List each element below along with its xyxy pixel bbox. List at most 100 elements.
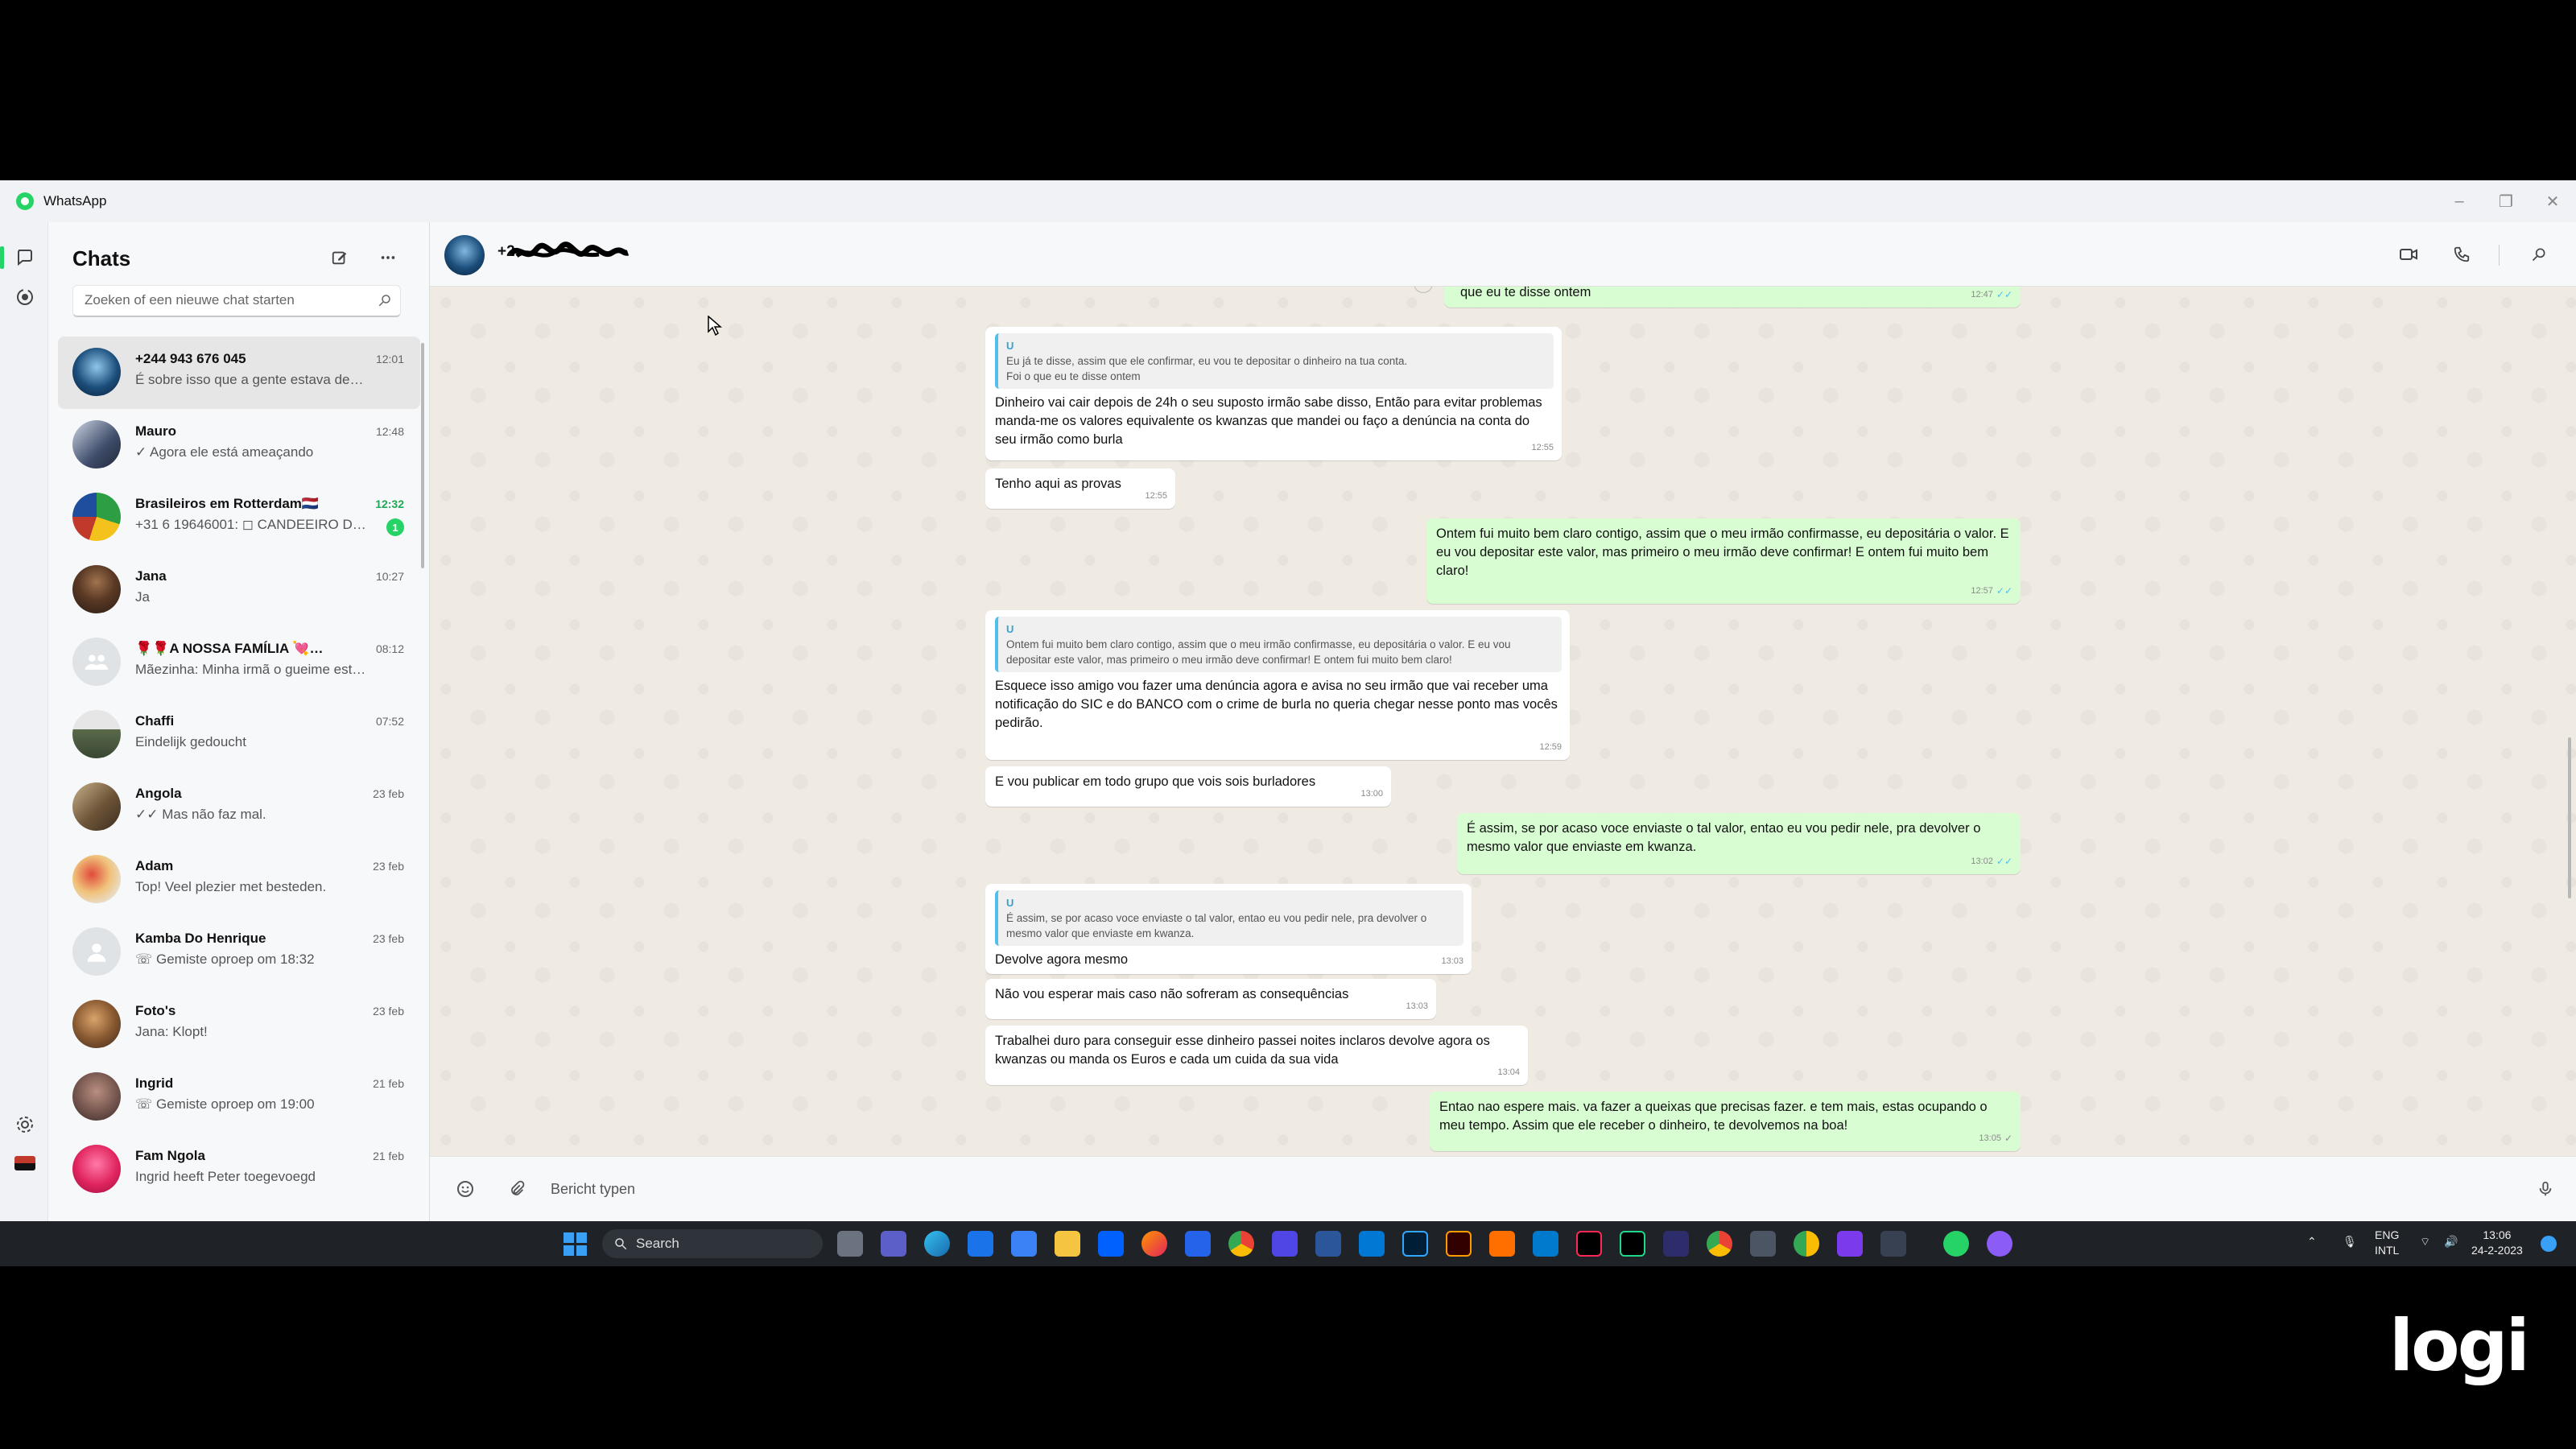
status-nav-icon[interactable]: [14, 287, 35, 308]
minimize-button[interactable]: –: [2436, 180, 2483, 222]
voice-call-icon[interactable]: [2447, 240, 2476, 269]
avatar: [72, 1000, 121, 1048]
quoted-message[interactable]: U Eu já te disse, assim que ele confirma…: [995, 333, 1554, 389]
message-bubble-outgoing[interactable]: Entao nao espere mais. va fazer a queixa…: [1430, 1092, 2021, 1151]
chat-name: Foto's: [135, 1003, 176, 1018]
message-bubble-incoming[interactable]: U É assim, se por acaso voce enviaste o …: [985, 884, 1472, 974]
calculator-icon[interactable]: [1750, 1231, 1776, 1257]
message-bubble-incoming[interactable]: Tenho aqui as provas 12:55: [985, 469, 1175, 509]
app-icon[interactable]: [1837, 1231, 1863, 1257]
chat-item[interactable]: 🌹🌹A NOSSA FAMÍLIA 💘💓😘 Mãezinha: Minha ir…: [58, 626, 420, 699]
file-explorer-icon[interactable]: [1055, 1231, 1080, 1257]
chat-item[interactable]: Fam Ngola Ingrid heeft Peter toegevoegd …: [58, 1133, 420, 1206]
chat-item[interactable]: Adam Top! Veel plezier met besteden. 23 …: [58, 844, 420, 916]
message-bubble-outgoing[interactable]: Ontem fui muito bem claro contigo, assim…: [1426, 518, 2021, 604]
video-call-icon[interactable]: [2394, 240, 2423, 269]
whatsapp-taskbar-icon[interactable]: [1943, 1231, 1969, 1257]
word-icon[interactable]: [1315, 1231, 1341, 1257]
microphone-icon[interactable]: [2531, 1174, 2560, 1203]
chat-preview: ✓ Agora ele está ameaçando: [135, 444, 314, 460]
notification-icon[interactable]: [2541, 1236, 2557, 1252]
chat-item[interactable]: Mauro ✓ Agora ele está ameaçando 12:48: [58, 409, 420, 481]
message-time: 12:55: [1145, 491, 1167, 501]
maximize-button[interactable]: ❐: [2483, 180, 2529, 222]
chat-item[interactable]: Ingrid ☏ Gemiste oproep om 19:00 21 feb: [58, 1061, 420, 1133]
new-chat-icon[interactable]: [325, 243, 354, 272]
search-in-chat-icon[interactable]: [2524, 240, 2553, 269]
sublime-icon[interactable]: [1489, 1231, 1515, 1257]
chat-item[interactable]: Foto's Jana: Klopt! 23 feb: [58, 989, 420, 1061]
message-input[interactable]: [551, 1174, 2467, 1203]
app-icon[interactable]: [1272, 1231, 1298, 1257]
dropbox-icon[interactable]: [1098, 1231, 1124, 1257]
messages-scrollbar[interactable]: [2568, 737, 2571, 898]
message-bubble-incoming[interactable]: Trabalhei duro para conseguir esse dinhe…: [985, 1026, 1528, 1085]
logi-watermark: logi: [2389, 1304, 2530, 1387]
quote-text: Eu já te disse, assim que ele confirmar,…: [1006, 355, 1408, 382]
message-text: Ontem fui muito bem claro contigo, assim…: [1436, 526, 2009, 578]
chats-nav-icon[interactable]: [14, 246, 35, 267]
more-options-icon[interactable]: [374, 243, 402, 272]
illustrator-icon[interactable]: [1446, 1231, 1472, 1257]
chat-item[interactable]: +244 943 676 045 É sobre isso que a gent…: [58, 336, 420, 409]
chevron-up-icon[interactable]: ⌃: [2307, 1234, 2317, 1249]
chat-item[interactable]: Jana Ja 10:27: [58, 554, 420, 626]
firefox-icon[interactable]: [1141, 1231, 1167, 1257]
message-time: 13:05: [1979, 1133, 2001, 1143]
close-button[interactable]: ✕: [2529, 180, 2576, 222]
search-icon[interactable]: [378, 293, 392, 312]
chat-item[interactable]: Chaffi Eindelijk gedoucht 07:52: [58, 699, 420, 771]
terminal-icon[interactable]: [1880, 1231, 1906, 1257]
chrome-canary-icon[interactable]: [1794, 1231, 1819, 1257]
quoted-message[interactable]: U Ontem fui muito bem claro contigo, ass…: [995, 617, 1562, 672]
emoji-icon[interactable]: [451, 1174, 480, 1203]
chat-item[interactable]: Angola ✓✓ Mas não faz mal. 23 feb: [58, 771, 420, 844]
windows-start-icon[interactable]: [564, 1232, 588, 1257]
quoted-message[interactable]: U É assim, se por acaso voce enviaste o …: [995, 890, 1463, 946]
message-bubble-incoming[interactable]: E vou publicar em todo grupo que vois so…: [985, 766, 1391, 807]
chat-search-box[interactable]: [72, 285, 401, 317]
app-icon[interactable]: [1663, 1231, 1689, 1257]
chrome-icon[interactable]: [1228, 1231, 1254, 1257]
message-bubble-incoming[interactable]: U Eu já te disse, assim que ele confirma…: [985, 327, 1562, 460]
system-clock[interactable]: 13:06 24-2-2023: [2471, 1228, 2523, 1258]
chat-time: 23 feb: [373, 1005, 404, 1018]
message-bubble-outgoing[interactable]: É assim, se por acaso voce enviaste o ta…: [1457, 813, 2021, 874]
message-bubble-incoming[interactable]: Não vou esperar mais caso não sofreram a…: [985, 979, 1436, 1019]
profile-avatar[interactable]: [14, 1153, 35, 1174]
reaction-icon[interactable]: [1414, 287, 1433, 293]
mail-icon[interactable]: [968, 1231, 993, 1257]
message-text: Trabalhei duro para conseguir esse dinhe…: [995, 1034, 1490, 1067]
chat-time: 23 feb: [373, 787, 404, 800]
volume-icon[interactable]: 🔊: [2444, 1234, 2458, 1249]
attach-icon[interactable]: [502, 1174, 531, 1203]
settings-icon[interactable]: [14, 1114, 35, 1135]
sidebar-scrollbar[interactable]: [421, 343, 424, 568]
microphone-icon[interactable]: 🎙: [2343, 1234, 2357, 1249]
message-time: 13:04: [1497, 1067, 1520, 1077]
language-indicator[interactable]: ENG INTL: [2375, 1228, 2399, 1258]
contact-avatar[interactable]: [444, 235, 485, 275]
chat-item[interactable]: Kamba Do Henrique ☏ Gemiste oproep om 18…: [58, 916, 420, 989]
edge-icon[interactable]: [924, 1231, 950, 1257]
wifi-icon[interactable]: ⌔: [2420, 1234, 2430, 1249]
message-bubble-outgoing[interactable]: que eu te disse ontem 12:47 ✓✓: [1444, 287, 2021, 308]
jetbrains-icon[interactable]: [1576, 1231, 1602, 1257]
vscode-icon[interactable]: [1533, 1231, 1558, 1257]
chrome-icon[interactable]: [1707, 1231, 1732, 1257]
teams-chat-icon[interactable]: [881, 1231, 906, 1257]
rider-icon[interactable]: [1620, 1231, 1645, 1257]
chat-item[interactable]: Brasileiros em Rotterdam🇳🇱 +31 6 1964600…: [58, 481, 420, 554]
remote-desktop-icon[interactable]: [1359, 1231, 1385, 1257]
chat-name: Jana: [135, 568, 167, 584]
photoshop-icon[interactable]: [1402, 1231, 1428, 1257]
search-input[interactable]: [73, 286, 363, 315]
task-view-icon[interactable]: [837, 1231, 863, 1257]
avatar: [72, 710, 121, 758]
message-bubble-incoming[interactable]: U Ontem fui muito bem claro contigo, ass…: [985, 610, 1570, 760]
store-icon[interactable]: [1011, 1231, 1037, 1257]
todo-icon[interactable]: [1185, 1231, 1211, 1257]
app-icon[interactable]: [1987, 1231, 2013, 1257]
chat-name: Brasileiros em Rotterdam🇳🇱: [135, 496, 320, 511]
taskbar-search[interactable]: Search: [602, 1229, 823, 1258]
